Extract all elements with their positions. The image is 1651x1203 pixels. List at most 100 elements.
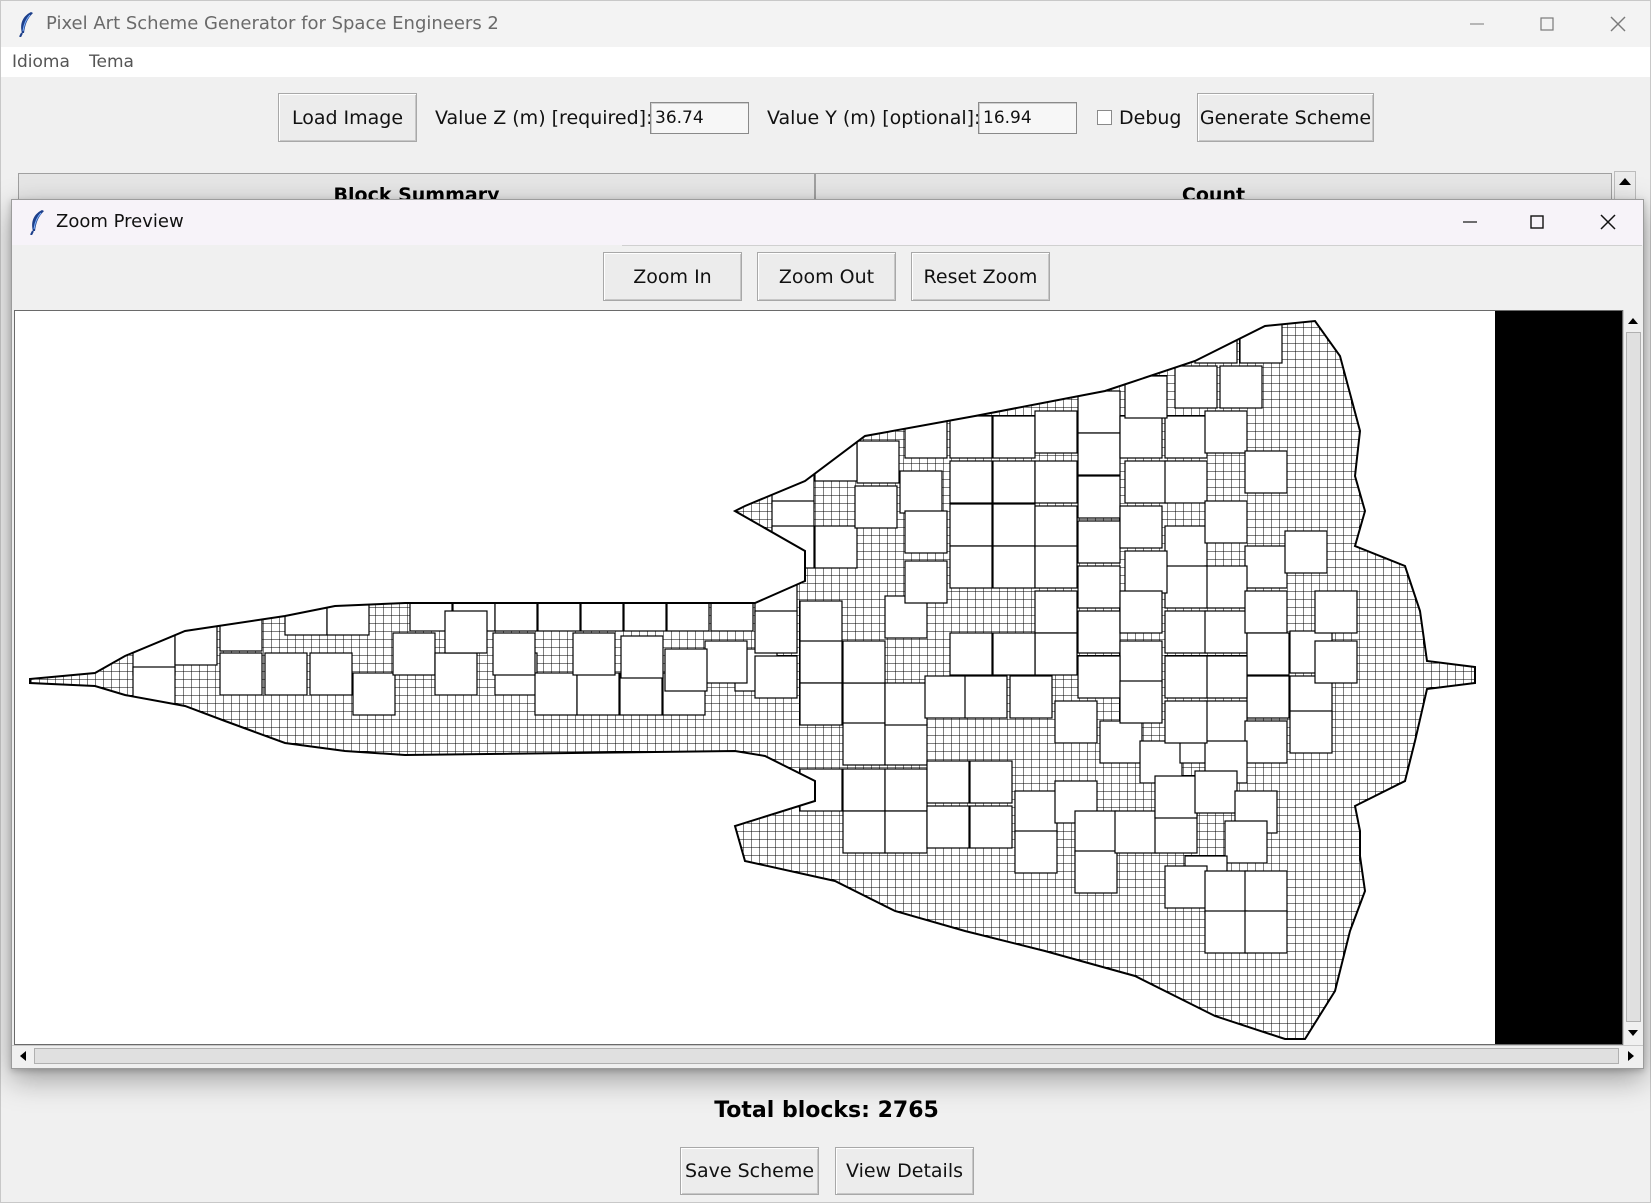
large-block (814, 525, 858, 569)
menu-idioma[interactable]: Idioma (12, 52, 70, 72)
large-block (580, 588, 624, 632)
large-block (884, 810, 928, 854)
large-block (1077, 655, 1121, 699)
large-block (1119, 590, 1163, 634)
large-block (884, 768, 928, 812)
scroll-right-button[interactable] (1622, 1047, 1640, 1065)
large-block (1204, 910, 1248, 954)
large-block (842, 682, 886, 726)
large-block (1077, 610, 1121, 654)
large-block (1054, 700, 1098, 744)
large-block (1204, 655, 1248, 699)
large-block (326, 592, 370, 636)
debug-checkbox[interactable] (1097, 110, 1112, 125)
zoom-in-button[interactable]: Zoom In (603, 252, 742, 301)
large-block (1164, 865, 1208, 909)
horizontal-scroll-thumb[interactable] (34, 1048, 1619, 1064)
large-block (1164, 525, 1208, 569)
large-block (534, 672, 578, 716)
large-block (352, 672, 396, 716)
minimize-button[interactable] (1449, 5, 1505, 43)
large-block (576, 672, 620, 716)
feather-icon (30, 210, 44, 235)
large-block (1077, 520, 1121, 564)
preview-canvas[interactable] (14, 310, 1623, 1045)
large-block (1077, 390, 1121, 434)
reset-zoom-button[interactable]: Reset Zoom (911, 252, 1050, 301)
large-block (1077, 432, 1121, 476)
block-scheme-preview (29, 319, 1476, 1040)
large-block (1244, 590, 1288, 634)
large-block (1194, 770, 1238, 814)
zoom-out-button[interactable]: Zoom Out (757, 252, 896, 301)
large-block (1099, 720, 1143, 764)
large-block (1119, 640, 1163, 684)
large-block (1246, 632, 1290, 676)
large-block (1014, 790, 1058, 834)
large-block (1034, 410, 1078, 454)
zoom-maximize-button[interactable] (1509, 203, 1565, 241)
large-block (1219, 365, 1263, 409)
large-block (924, 675, 968, 719)
large-block (1034, 505, 1078, 549)
large-block (969, 760, 1013, 804)
main-window-title: Pixel Art Scheme Generator for Space Eng… (46, 13, 499, 34)
value-y-input[interactable] (978, 102, 1077, 134)
large-block (1246, 675, 1290, 719)
load-image-button[interactable]: Load Image (278, 93, 417, 142)
large-block (964, 675, 1008, 719)
scroll-down-button[interactable] (1624, 1024, 1642, 1042)
large-block (854, 485, 898, 529)
scroll-up-button[interactable] (1624, 312, 1642, 330)
generate-scheme-button[interactable]: Generate Scheme (1197, 93, 1374, 142)
large-block (664, 648, 708, 692)
large-block (264, 652, 308, 696)
large-block (1244, 545, 1288, 589)
large-block (1204, 700, 1248, 744)
save-scheme-button[interactable]: Save Scheme (680, 1147, 819, 1195)
zoom-window-title: Zoom Preview (56, 211, 184, 232)
large-block (1284, 530, 1328, 574)
scroll-up-icon (1619, 178, 1631, 185)
large-block (884, 682, 928, 726)
large-block (1034, 545, 1078, 589)
scroll-left-button[interactable] (14, 1047, 32, 1065)
maximize-button[interactable] (1519, 5, 1575, 43)
large-block (992, 460, 1036, 504)
main-titlebar: Pixel Art Scheme Generator for Space Eng… (1, 1, 1650, 47)
view-details-button[interactable]: View Details (835, 1147, 974, 1195)
zoom-close-button[interactable] (1580, 203, 1636, 241)
value-z-label: Value Z (m) [required]: (435, 107, 653, 129)
value-z-input[interactable] (650, 102, 749, 134)
menu-tema[interactable]: Tema (89, 52, 134, 72)
large-block (992, 545, 1036, 589)
large-block (949, 503, 993, 547)
scroll-down-icon (1628, 1030, 1638, 1036)
vertical-scroll-thumb[interactable] (1626, 332, 1641, 1022)
large-block (1314, 640, 1358, 684)
large-block (771, 525, 815, 569)
large-block (1014, 830, 1058, 874)
large-block (1289, 710, 1333, 754)
menubar: Idioma Tema (1, 47, 1650, 77)
large-block (1204, 610, 1248, 654)
preview-horizontal-scrollbar[interactable] (12, 1045, 1643, 1067)
total-blocks-label: Total blocks: 2765 (714, 1098, 939, 1123)
large-block (1154, 775, 1198, 819)
large-block (1244, 450, 1288, 494)
large-block (992, 632, 1036, 676)
canvas-side-band (1495, 311, 1622, 1044)
preview-vertical-scrollbar[interactable] (1623, 310, 1643, 1045)
large-block (444, 610, 488, 654)
zoom-titlebar: Zoom Preview (12, 200, 1643, 245)
feather-icon (19, 12, 33, 37)
large-block (899, 470, 943, 514)
large-block (842, 810, 886, 854)
large-block (1119, 505, 1163, 549)
zoom-minimize-button[interactable] (1442, 203, 1498, 241)
zoom-preview-window: Zoom Preview Zoom In Zoom Out Reset Zoom (11, 199, 1644, 1069)
close-button[interactable] (1590, 5, 1646, 43)
minimize-icon (1470, 23, 1484, 25)
large-block (754, 655, 798, 699)
large-block (1204, 410, 1248, 454)
